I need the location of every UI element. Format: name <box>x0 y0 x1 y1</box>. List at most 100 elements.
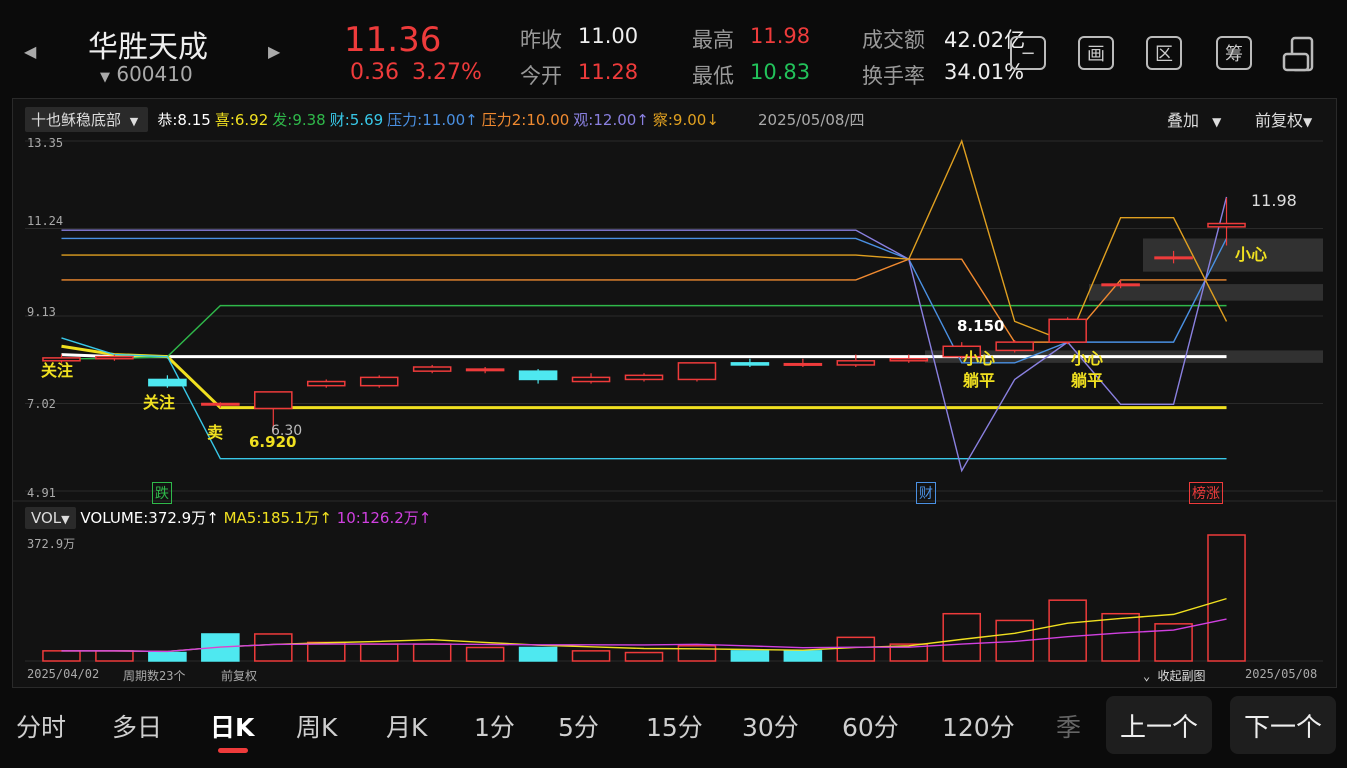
volume-bar <box>624 651 664 662</box>
candle-body <box>1154 256 1193 260</box>
volume-bar <box>148 651 187 662</box>
candle-body <box>836 360 876 366</box>
volume-bar <box>412 643 452 662</box>
tab-120min[interactable]: 120分 <box>942 708 1015 744</box>
y-tick: 7.02 <box>27 397 56 411</box>
kline-panel[interactable]: 十也稣稳底部 ▼ 恭:8.15 喜:6.92 发:9.38 财:5.69 压力:11.0… <box>12 98 1337 688</box>
chevron-down-icon: ▼ <box>100 70 110 85</box>
low-value: 10.83 <box>750 60 811 84</box>
candle-body <box>783 362 823 366</box>
rotate-screen-icon[interactable] <box>1282 32 1322 78</box>
chevron-down-icon: ⌄ <box>1143 669 1151 683</box>
volume-bar <box>1207 534 1246 662</box>
candle-body <box>359 376 399 387</box>
price-zone <box>1089 284 1323 301</box>
collapse-subchart-button[interactable]: ⌄ 收起副图 <box>1143 667 1205 684</box>
period-count: 周期数23个 <box>123 669 186 683</box>
volume-bar <box>730 650 770 662</box>
indicator-line-察 <box>61 138 1228 344</box>
event-rank-tag[interactable]: 榜涨 <box>1189 482 1223 504</box>
volume-value: VOLUME:372.9万↑ <box>80 509 219 527</box>
tab-60min[interactable]: 60分 <box>842 708 899 744</box>
price-zone <box>1143 238 1323 272</box>
candle-body <box>624 374 664 381</box>
prev-stock-arrow-icon[interactable]: ◀ <box>24 42 36 61</box>
signal-caution: 小心 <box>963 349 996 368</box>
open-value: 11.28 <box>578 60 639 84</box>
active-tab-indicator <box>218 748 248 753</box>
high-price-label: 11.98 <box>1251 191 1297 210</box>
candle-body <box>254 391 293 410</box>
end-date: 2025/05/08 <box>1245 667 1318 681</box>
candle-body <box>148 378 187 387</box>
tab-weekly-k[interactable]: 周K <box>296 708 337 744</box>
prev-close-label: 昨收 <box>520 28 562 52</box>
value-label: 8.150 <box>957 317 1005 335</box>
event-finance-tag[interactable]: 财 <box>916 482 936 504</box>
event-fall-tag[interactable]: 跌 <box>152 482 172 504</box>
high-value: 11.98 <box>750 24 811 48</box>
tab-15min[interactable]: 15分 <box>646 708 703 744</box>
tab-intraday[interactable]: 分时 <box>16 708 66 744</box>
low-label: 最低 <box>692 64 734 88</box>
turnover-rate-label: 换手率 <box>862 64 925 88</box>
volume-bar <box>306 641 346 662</box>
volume-bar <box>836 636 876 662</box>
volume-bar <box>465 646 505 662</box>
y-tick: 4.91 <box>27 486 56 500</box>
indicator-line-压力 <box>61 237 1228 364</box>
volume-bar <box>359 643 399 662</box>
volume-bar <box>254 633 293 662</box>
tab-1min[interactable]: 1分 <box>474 708 515 744</box>
adjust-label: 前复权 <box>221 669 258 683</box>
volume-bar <box>42 650 81 662</box>
draw-icon[interactable]: 画 <box>1078 36 1114 70</box>
chips-icon[interactable]: 筹 <box>1216 36 1252 70</box>
volume-y-tick: 372.9万 <box>27 537 76 551</box>
ma10-value: 10:126.2万↑ <box>336 509 432 527</box>
prev-close-value: 11.00 <box>578 24 639 48</box>
y-tick: 9.13 <box>27 305 56 319</box>
range-icon[interactable]: 区 <box>1146 36 1182 70</box>
start-date: 2025/04/02 <box>27 667 100 681</box>
next-stock-arrow-icon[interactable]: ▶ <box>268 42 280 61</box>
price-change-pct: 3.27% <box>412 60 482 85</box>
current-price: 11.36 <box>344 20 442 60</box>
signal-flat: 躺平 <box>963 371 996 390</box>
tab-monthly-k[interactable]: 月K <box>386 708 427 744</box>
volume-indicator-selector[interactable]: VOL▼ <box>25 507 76 529</box>
signal-guanzhu: 关注 <box>143 393 176 412</box>
low-price-label: 6.30 <box>271 423 303 439</box>
prev-stock-button[interactable]: 上一个 <box>1106 696 1212 754</box>
open-label: 今开 <box>520 64 562 88</box>
volume-bar <box>571 650 611 662</box>
signal-flat: 躺平 <box>1071 371 1104 390</box>
tab-5min[interactable]: 5分 <box>558 708 599 744</box>
candle-body <box>1048 318 1087 343</box>
kline-chart[interactable] <box>13 99 1336 687</box>
candle-body <box>201 402 240 406</box>
tab-multi-day[interactable]: 多日 <box>112 708 162 744</box>
stock-code[interactable]: ▼ 600410 <box>100 62 193 86</box>
candle-body <box>465 368 505 372</box>
candle-body <box>518 370 558 381</box>
next-stock-button[interactable]: 下一个 <box>1230 696 1336 754</box>
high-label: 最高 <box>692 28 734 52</box>
signal-caution: 小心 <box>1235 245 1268 264</box>
y-tick: 13.35 <box>27 136 64 150</box>
volume-bar <box>95 650 134 662</box>
tab-30min[interactable]: 30分 <box>742 708 799 744</box>
volume-bar <box>518 646 558 662</box>
candle-body <box>1207 222 1246 228</box>
volume-legend: VOL▼ VOLUME:372.9万↑ MA5:185.1万↑ 10:126.2… <box>25 507 431 529</box>
tab-daily-k[interactable]: 日K <box>210 708 254 744</box>
signal-caution: 小心 <box>1071 349 1104 368</box>
candle-body <box>95 355 134 360</box>
candle-body <box>306 380 346 387</box>
turnover-amount-label: 成交额 <box>862 28 925 52</box>
tab-quarterly[interactable]: 季 <box>1056 708 1081 744</box>
minimize-icon[interactable]: − <box>1010 36 1046 70</box>
signal-sell: 卖 <box>207 423 224 442</box>
candle-body <box>1101 283 1140 287</box>
candle-body <box>889 357 929 362</box>
